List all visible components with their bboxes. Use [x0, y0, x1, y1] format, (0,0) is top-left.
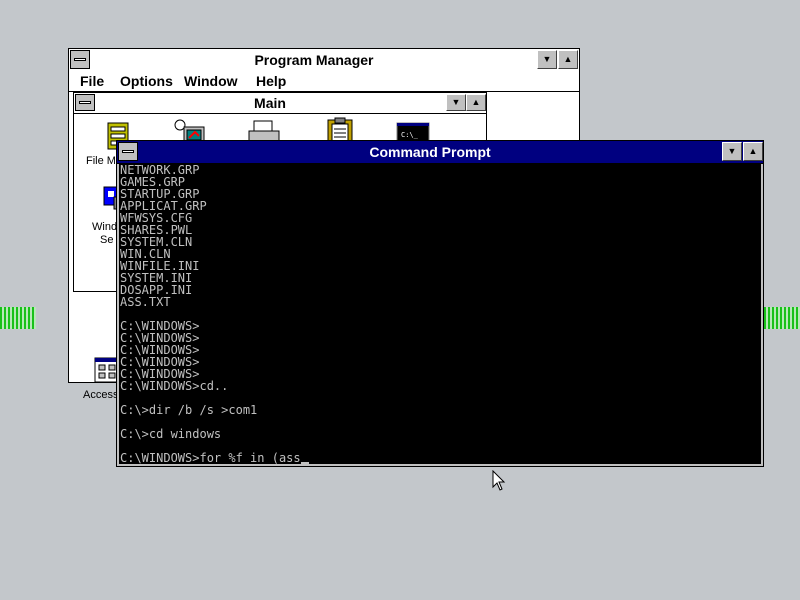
- console-line: C:\WINDOWS>for %f in (ass: [119, 452, 761, 464]
- menu-bar: File Options Window Help: [69, 71, 579, 92]
- command-prompt-title: Command Prompt: [369, 144, 491, 160]
- minimize-button[interactable]: ▼: [537, 50, 557, 69]
- console-line: C:\WINDOWS>: [120, 331, 200, 345]
- console-output[interactable]: NETWORK.GRP GAMES.GRP STARTUP.GRP APPLICAT.…: [119, 164, 761, 464]
- console-line: C:\WINDOWS>: [120, 355, 200, 369]
- command-prompt-window[interactable]: Command Prompt ▼ ▲ NETWORK.GRP GAMES.GRP S…: [116, 140, 764, 467]
- cmd-minimize-button[interactable]: ▼: [722, 142, 742, 161]
- menu-file[interactable]: File: [80, 71, 104, 91]
- console-line: DOSAPP.INI: [120, 283, 193, 297]
- console-line: C:\WINDOWS>: [120, 319, 200, 333]
- svg-text:C:\_: C:\_: [401, 131, 419, 139]
- accessories-label[interactable]: Access: [83, 389, 118, 401]
- command-prompt-titlebar[interactable]: Command Prompt ▼ ▲: [117, 141, 763, 164]
- main-maximize-button[interactable]: ▲: [466, 94, 486, 111]
- menu-options[interactable]: Options: [120, 71, 173, 91]
- cmd-system-menu-button[interactable]: [118, 142, 138, 161]
- desktop-strip-left: [0, 307, 36, 329]
- console-line: STARTUP.GRP: [120, 187, 200, 201]
- console-line: C:\>dir /b /s >com1: [120, 403, 258, 417]
- cmd-maximize-button[interactable]: ▲: [743, 142, 763, 161]
- console-line: ASS.TXT: [120, 295, 171, 309]
- system-menu-button[interactable]: [70, 50, 90, 69]
- menu-help[interactable]: Help: [256, 71, 286, 91]
- console-line: C:\WINDOWS>cd..: [120, 379, 229, 393]
- desktop-strip-right: [764, 307, 800, 329]
- main-minimize-button[interactable]: ▼: [446, 94, 466, 111]
- console-line: WIN.CLN: [120, 247, 171, 261]
- maximize-button[interactable]: ▲: [558, 50, 578, 69]
- main-system-menu-button[interactable]: [75, 94, 95, 111]
- console-line: SHARES.PWL: [120, 223, 193, 237]
- console-line: SYSTEM.CLN: [120, 235, 193, 249]
- console-line: C:\>cd windows: [120, 427, 222, 441]
- console-line: NETWORK.GRP: [120, 164, 200, 177]
- main-group-title: Main: [254, 95, 286, 111]
- main-group-titlebar[interactable]: Main ▼ ▲: [74, 93, 486, 114]
- windows-setup-label-line2[interactable]: Se: [100, 234, 113, 246]
- windows-setup-label-line1[interactable]: Wind: [92, 221, 117, 233]
- console-line: WINFILE.INI: [120, 259, 200, 273]
- console-line: SYSTEM.INI: [120, 271, 193, 285]
- console-line: WFWSYS.CFG: [120, 211, 193, 225]
- menu-window[interactable]: Window: [184, 71, 238, 91]
- text-cursor: [300, 462, 309, 464]
- program-manager-titlebar[interactable]: Program Manager ▼ ▲: [69, 49, 579, 72]
- console-line: C:\WINDOWS>: [120, 343, 200, 357]
- mouse-pointer-icon: [492, 470, 506, 491]
- console-line: GAMES.GRP: [120, 175, 186, 189]
- console-line: APPLICAT.GRP: [120, 199, 207, 213]
- program-manager-title: Program Manager: [254, 52, 374, 68]
